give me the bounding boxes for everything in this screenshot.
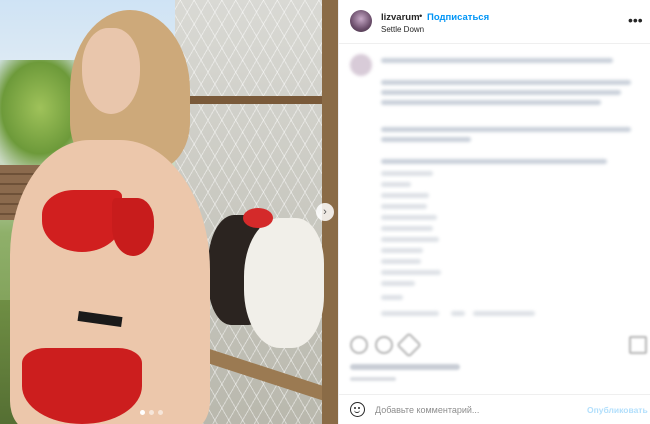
comments-list[interactable] [339,45,650,327]
hashtag-line-blurred [381,248,423,253]
hashtag-line-blurred [381,281,415,286]
photo-coop-beam [175,96,338,104]
photo-rooster-comb [243,208,273,228]
hashtag-line-blurred [381,193,429,198]
post-side-panel: lizvarum • Подписаться Settle Down ••• Д… [338,0,650,424]
caption-line-blurred [381,90,621,95]
photo-white-rooster [244,218,324,348]
avatar[interactable] [350,10,372,32]
carousel-dot [140,410,145,415]
caption-avatar [350,54,372,76]
photo-red-bottom [22,348,142,424]
caption-line-blurred [381,100,601,105]
likes-count-blurred[interactable] [350,364,460,370]
meta-line-blurred [473,311,535,316]
hashtag-line-blurred [381,237,439,242]
carousel-indicator [140,410,163,415]
photo-red-top-right [112,198,154,256]
caption-line-blurred [381,137,471,142]
publish-button[interactable]: Опубликовать [587,405,648,415]
more-options-icon[interactable]: ••• [628,12,643,28]
photo-red-top-left [42,190,122,252]
bookmark-icon[interactable] [629,336,647,354]
comment-input[interactable] [375,401,575,419]
post-photo[interactable]: › [0,0,338,424]
carousel-dot [149,410,154,415]
comment-composer: Опубликовать [339,394,650,424]
header-separator: • [419,11,423,22]
caption-line-blurred [381,127,631,132]
caption-line-blurred [381,58,613,63]
emoji-icon[interactable] [350,402,365,417]
carousel-next-button[interactable]: › [316,203,334,221]
post-actions [339,332,650,360]
meta-line-blurred [381,311,439,316]
meta-line-blurred [451,311,465,316]
carousel-dot [158,410,163,415]
heart-icon[interactable] [350,336,368,354]
hashtag-line-blurred [381,171,433,176]
post-timestamp-blurred [350,377,396,381]
post-location[interactable]: Settle Down [381,25,424,34]
hashtag-line-blurred [381,182,411,187]
comment-icon[interactable] [375,336,393,354]
author-username[interactable]: lizvarum [381,12,420,23]
hashtag-line-blurred [381,270,441,275]
follow-button[interactable]: Подписаться [427,12,489,23]
chevron-right-icon: › [323,206,327,218]
caption-line-blurred [381,80,631,85]
hashtag-line-blurred [381,204,427,209]
post-header: lizvarum • Подписаться Settle Down ••• [339,0,650,44]
share-icon[interactable] [396,332,422,358]
hashtag-line-blurred [381,226,433,231]
hashtag-line-blurred [381,215,437,220]
photo-person-face [82,28,140,114]
time-line-blurred [381,295,403,300]
caption-line-blurred [381,159,607,164]
hashtag-line-blurred [381,259,421,264]
